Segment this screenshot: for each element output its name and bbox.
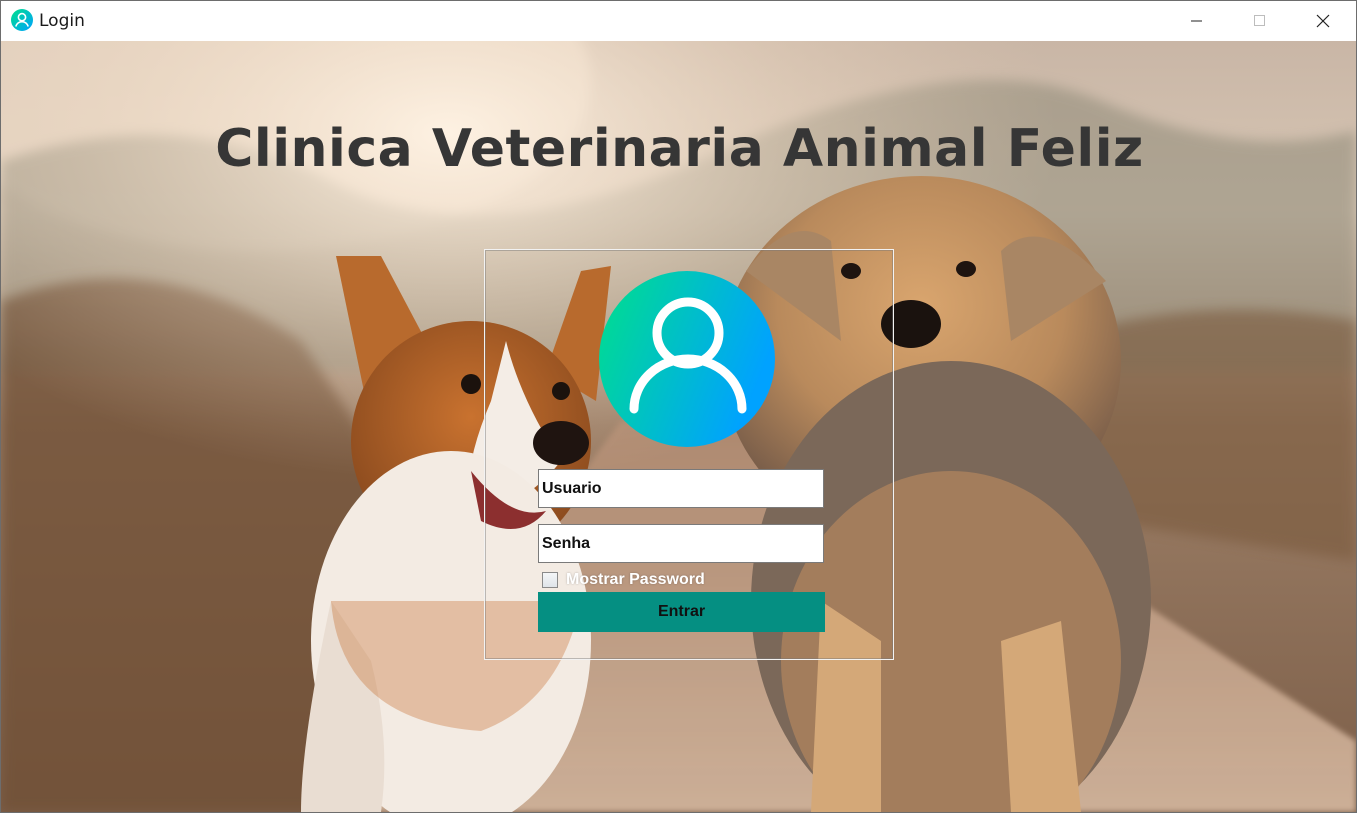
maximize-button[interactable] bbox=[1229, 1, 1291, 41]
minimize-icon bbox=[1191, 20, 1202, 22]
show-password-checkbox[interactable] bbox=[542, 572, 558, 588]
password-input[interactable] bbox=[538, 524, 824, 563]
user-icon bbox=[11, 9, 33, 31]
title-bar[interactable]: Login bbox=[1, 1, 1356, 41]
close-button[interactable] bbox=[1292, 1, 1354, 41]
login-content: Clinica Veterinaria Animal Feliz Mostrar… bbox=[1, 41, 1356, 812]
login-window: Login Clinica Veterinaria Animal Feliz U… bbox=[0, 0, 1357, 813]
username-input[interactable] bbox=[538, 469, 824, 508]
show-password-row[interactable]: Mostrar Password bbox=[542, 570, 705, 590]
login-button[interactable]: Entrar bbox=[538, 592, 825, 632]
window-title: Login bbox=[39, 11, 85, 31]
user-icon bbox=[599, 271, 775, 447]
close-icon bbox=[1316, 14, 1330, 28]
minimize-button[interactable] bbox=[1166, 1, 1228, 41]
maximize-icon bbox=[1254, 15, 1265, 26]
clinic-title: Clinica Veterinaria Animal Feliz bbox=[215, 119, 1144, 179]
show-password-label[interactable]: Mostrar Password bbox=[566, 571, 705, 589]
